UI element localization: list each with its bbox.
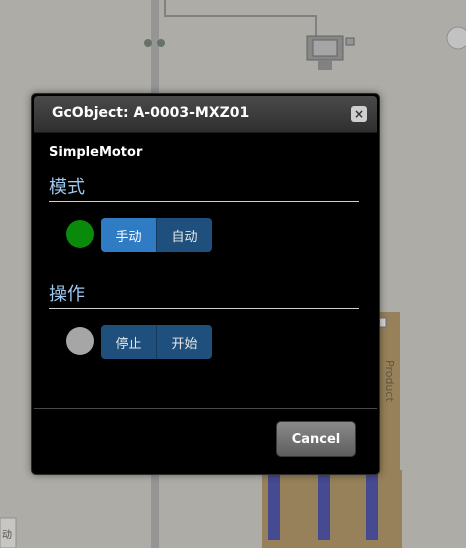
dialog-title: GcObject: A-0003-MXZ01 <box>52 105 250 121</box>
mode-status-indicator <box>66 220 94 248</box>
gcobject-dialog: GcObject: A-0003-MXZ01 × SimpleMotor 模式 … <box>31 93 380 475</box>
dialog-titlebar[interactable]: GcObject: A-0003-MXZ01 × <box>34 96 377 133</box>
component-name: SimpleMotor <box>49 145 143 160</box>
operation-button-group: 停止 开始 <box>101 325 212 359</box>
mode-button-group: 手动 自动 <box>101 218 212 252</box>
operation-section-title: 操作 <box>49 280 359 309</box>
cancel-button[interactable]: Cancel <box>276 421 356 457</box>
mode-section-title: 模式 <box>49 173 359 202</box>
stop-button[interactable]: 停止 <box>101 325 156 359</box>
manual-mode-button[interactable]: 手动 <box>101 218 156 252</box>
auto-mode-button[interactable]: 自动 <box>156 218 212 252</box>
close-icon[interactable]: × <box>351 106 367 122</box>
operation-status-indicator <box>66 327 94 355</box>
start-button[interactable]: 开始 <box>156 325 212 359</box>
